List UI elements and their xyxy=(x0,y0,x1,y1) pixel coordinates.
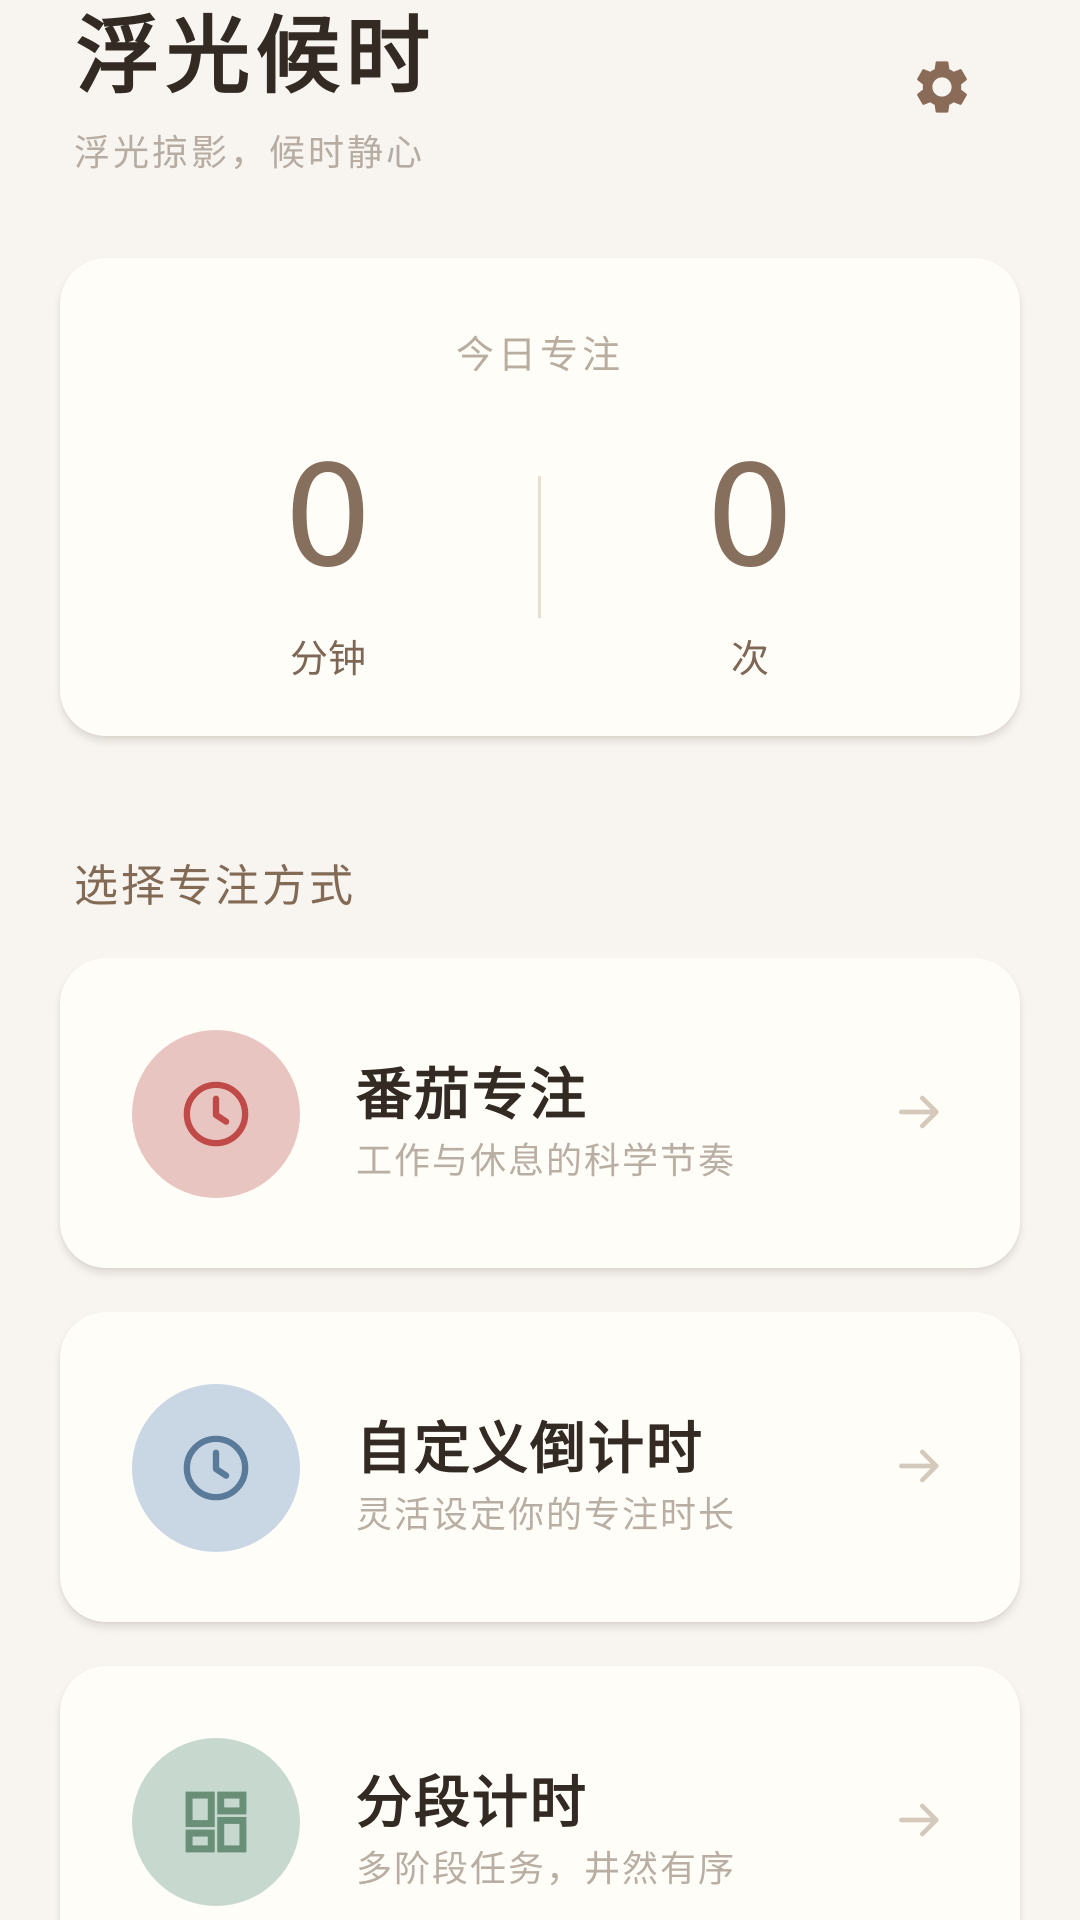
app-title: 浮光候时 xyxy=(76,7,437,105)
arrow-right-icon xyxy=(899,1449,939,1483)
countdown-icon-circle xyxy=(132,1384,300,1552)
countdown-mode-title: 自定义倒计时 xyxy=(356,1417,704,1482)
segmented-icon-circle xyxy=(132,1738,300,1906)
app-subtitle: 浮光掠影，候时静心 xyxy=(74,133,426,174)
pomodoro-mode-desc: 工作与休息的科学节奏 xyxy=(356,1141,737,1182)
settings-button[interactable] xyxy=(905,50,979,124)
pomodoro-mode-card[interactable]: 番茄专注 工作与休息的科学节奏 xyxy=(60,958,1020,1268)
segmented-mode-title: 分段计时 xyxy=(356,1771,588,1836)
pomodoro-icon-circle xyxy=(132,1030,300,1198)
today-focus-title: 今日专注 xyxy=(455,333,624,377)
focus-sessions-value: 0 xyxy=(705,436,795,599)
today-focus-card: 今日专注 0 分钟 0 次 xyxy=(60,258,1020,736)
app-screen: 浮光候时 浮光掠影，候时静心 今日专注 0 分钟 0 次 选择专注方式 番茄专注… xyxy=(0,0,1080,1920)
segmented-timer-mode-card[interactable]: 分段计时 多阶段任务，井然有序 xyxy=(60,1666,1020,1920)
mode-section-title: 选择专注方式 xyxy=(74,861,356,912)
gear-icon xyxy=(917,61,967,113)
stats-divider xyxy=(538,476,541,618)
custom-countdown-mode-card[interactable]: 自定义倒计时 灵活设定你的专注时长 xyxy=(60,1312,1020,1622)
arrow-right-icon xyxy=(899,1095,939,1129)
clock-icon xyxy=(183,1435,249,1501)
arrow-right-icon xyxy=(899,1803,939,1837)
clock-icon xyxy=(183,1081,249,1147)
dashboard-icon xyxy=(185,1791,247,1853)
focus-minutes-value: 0 xyxy=(283,436,373,599)
pomodoro-mode-title: 番茄专注 xyxy=(356,1063,588,1128)
countdown-mode-desc: 灵活设定你的专注时长 xyxy=(356,1495,737,1536)
segmented-mode-desc: 多阶段任务，井然有序 xyxy=(356,1849,737,1890)
focus-sessions-unit: 次 xyxy=(730,637,769,681)
focus-minutes-unit: 分钟 xyxy=(289,637,366,681)
